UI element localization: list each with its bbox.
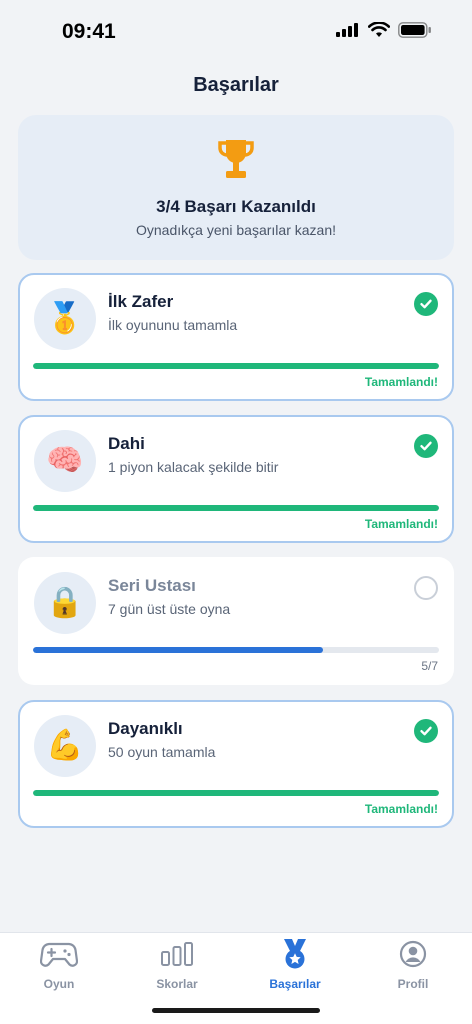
- achievement-title: Dahi: [108, 434, 145, 453]
- summary-subtitle: Oynadıkça yeni başarılar kazan!: [136, 222, 336, 238]
- medal-icon: [281, 939, 309, 969]
- progress-fill: [33, 790, 439, 796]
- battery-icon: [398, 22, 431, 38]
- status-icons: [336, 22, 432, 38]
- achievement-description: 7 gün üst üste oyna: [108, 601, 231, 617]
- trophy-icon: [218, 140, 254, 178]
- gold-medal-icon: 🥇: [34, 288, 96, 350]
- progress-bar: [33, 363, 439, 369]
- tab-label: Oyun: [43, 977, 75, 991]
- empty-circle-icon: [414, 576, 438, 600]
- flexed-bicep-icon: 💪: [34, 715, 96, 777]
- status-label: Tamamlandı!: [364, 375, 438, 389]
- check-icon: [414, 434, 438, 458]
- summary-title: 3/4 Başarı Kazanıldı: [156, 197, 316, 216]
- progress-fill: [33, 505, 439, 511]
- gamepad-icon: [40, 939, 78, 969]
- wifi-icon: [368, 22, 390, 37]
- status-bar: 09:41: [0, 0, 472, 60]
- check-icon: [414, 292, 438, 316]
- tab-oyun[interactable]: Oyun: [0, 939, 118, 999]
- achievement-card-ilk-zafer[interactable]: 🥇 İlk Zafer İlk oyununu tamamla Tamamlan…: [18, 273, 454, 401]
- achievement-card-dayanikli[interactable]: 💪 Dayanıklı 50 oyun tamamla Tamamlandı!: [18, 700, 454, 828]
- status-label: Tamamlandı!: [364, 802, 438, 816]
- signal-icon: [336, 23, 358, 37]
- achievement-description: 1 piyon kalacak şekilde bitir: [108, 459, 279, 475]
- progress-count: 5/7: [421, 659, 438, 673]
- bar-chart-icon: [160, 939, 194, 969]
- progress-bar: [33, 790, 439, 796]
- progress-bar: [33, 505, 439, 511]
- page-title: Başarılar: [193, 74, 279, 96]
- achievement-card-dahi[interactable]: 🧠 Dahi 1 piyon kalacak şekilde bitir Tam…: [18, 415, 454, 543]
- progress-fill: [33, 363, 439, 369]
- tab-basarilar[interactable]: Başarılar: [236, 939, 354, 999]
- status-label: Tamamlandı!: [364, 517, 438, 531]
- achievement-description: 50 oyun tamamla: [108, 744, 216, 760]
- achievement-title: Seri Ustası: [108, 576, 196, 595]
- achievement-title: İlk Zafer: [108, 292, 174, 311]
- achievement-description: İlk oyununu tamamla: [108, 317, 238, 333]
- home-indicator: [152, 1008, 320, 1013]
- tab-skorlar[interactable]: Skorlar: [118, 939, 236, 999]
- progress-fill: [33, 647, 323, 653]
- achievement-title: Dayanıklı: [108, 719, 183, 738]
- tab-label: Başarılar: [269, 977, 321, 991]
- achievement-card-seri-ustasi[interactable]: 🔒 Seri Ustası 7 gün üst üste oyna 5/7: [18, 557, 454, 685]
- status-time: 09:41: [62, 20, 116, 43]
- brain-icon: 🧠: [34, 430, 96, 492]
- check-icon: [414, 719, 438, 743]
- lock-icon: 🔒: [34, 572, 96, 634]
- tab-label: Skorlar: [156, 977, 198, 991]
- progress-bar: [33, 647, 439, 653]
- tab-label: Profil: [397, 977, 429, 991]
- summary-card: 3/4 Başarı Kazanıldı Oynadıkça yeni başa…: [18, 115, 454, 260]
- profile-icon: [399, 939, 427, 969]
- tab-profil[interactable]: Profil: [354, 939, 472, 999]
